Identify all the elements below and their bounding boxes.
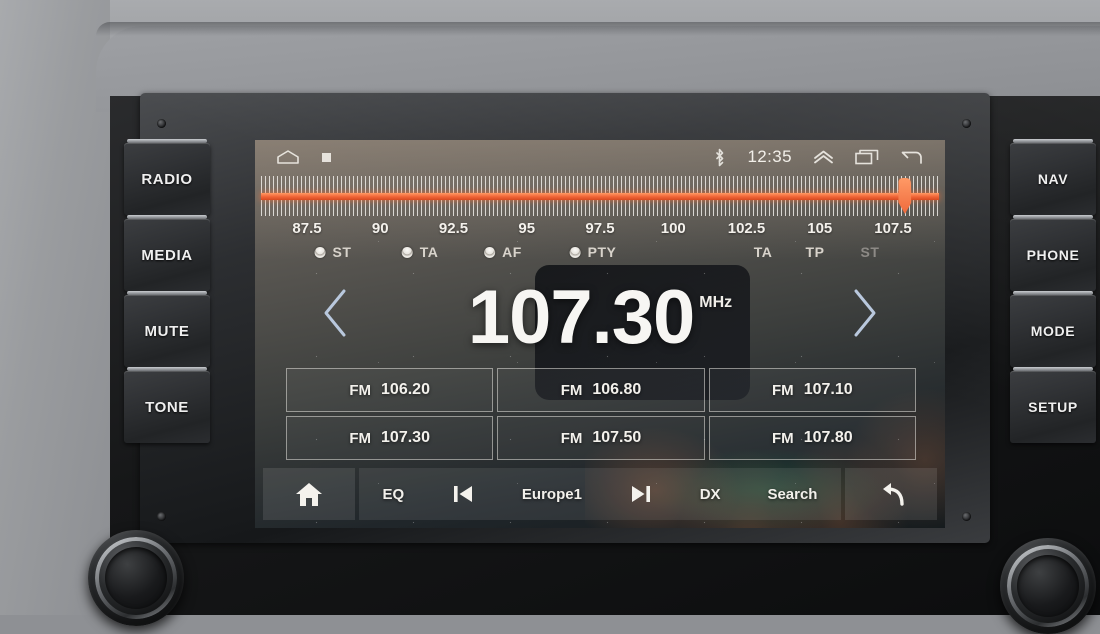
scale-label: 90 bbox=[371, 220, 389, 237]
preset-button-1[interactable]: FM 106.20 bbox=[286, 368, 494, 412]
dashboard-left-panel bbox=[0, 0, 110, 615]
recents-icon[interactable] bbox=[855, 149, 879, 165]
right-hard-button-mode[interactable]: MODE bbox=[1010, 291, 1096, 367]
preset-band: FM bbox=[772, 381, 794, 399]
dashboard-shadow bbox=[96, 22, 1100, 36]
preset-button-3[interactable]: FM 107.10 bbox=[708, 368, 916, 412]
scale-label: 105 bbox=[807, 220, 833, 237]
preset-frequency: 107.10 bbox=[803, 381, 853, 398]
rds-indicator-label: TA bbox=[419, 244, 439, 260]
rds-indicator-label: ST bbox=[332, 244, 352, 260]
tuning-scale-labels: 87.5 90 92.5 95 97.5 100 102.5 105 107.5 bbox=[255, 220, 945, 242]
rds-indicator-row: ST TA AF PTY TA TP ST bbox=[255, 244, 945, 266]
scale-label: 87.5 bbox=[292, 220, 322, 237]
scale-label: 97.5 bbox=[585, 220, 615, 237]
indicator-dot-icon bbox=[484, 246, 496, 258]
rds-indicator-label: PTY bbox=[587, 244, 617, 260]
search-button[interactable]: Search bbox=[761, 486, 823, 503]
square-icon[interactable] bbox=[321, 152, 332, 163]
status-bar-clock: 12:35 bbox=[747, 147, 792, 166]
bezel-screw bbox=[157, 512, 166, 521]
left-hard-button-mute[interactable]: MUTE bbox=[124, 291, 210, 367]
home-icon bbox=[296, 482, 322, 506]
rds-indicator-label: AF bbox=[502, 244, 522, 260]
right-button-column[interactable]: NAV PHONE MODE SETUP bbox=[1010, 139, 1096, 447]
return-button[interactable] bbox=[845, 468, 937, 520]
return-arrow-icon bbox=[883, 483, 904, 506]
bezel-screw bbox=[962, 119, 971, 128]
preset-frequency: 107.80 bbox=[803, 429, 853, 446]
eq-button[interactable]: EQ bbox=[376, 486, 410, 503]
home-outline-icon[interactable] bbox=[277, 150, 299, 164]
preset-grid[interactable]: FM 106.20 FM 106.80 FM 107.10 FM 107.30 FM 107.50… bbox=[286, 368, 916, 460]
skip-previous-icon bbox=[454, 486, 473, 502]
rds-indicator-pty[interactable]: PTY bbox=[569, 244, 617, 260]
status-bar: 12:35 bbox=[255, 140, 945, 174]
touchscreen-display[interactable]: 12:35 87.5 90 92.5 95 97.5 100 102.5 105… bbox=[255, 140, 945, 528]
station-name: Europe1 bbox=[521, 485, 582, 503]
preset-frequency: 106.80 bbox=[592, 381, 642, 398]
scale-label: 95 bbox=[518, 220, 536, 237]
scale-label: 102.5 bbox=[727, 220, 766, 237]
frequency-unit: MHz bbox=[699, 294, 733, 311]
bottom-toolbar[interactable]: EQ Europe1 DX Search bbox=[263, 468, 937, 520]
head-unit-photo: 12:35 87.5 90 92.5 95 97.5 100 102.5 105… bbox=[0, 0, 1100, 634]
previous-station-button[interactable] bbox=[445, 482, 481, 506]
current-frequency: 107.30 MHz bbox=[255, 268, 945, 368]
preset-button-2[interactable]: FM 106.80 bbox=[497, 368, 705, 412]
preset-band: FM bbox=[349, 381, 372, 399]
toolbar-center-group[interactable]: EQ Europe1 DX Search bbox=[359, 468, 841, 520]
rds-indicator-st[interactable]: ST bbox=[314, 244, 352, 260]
right-hard-button-nav[interactable]: NAV bbox=[1010, 139, 1096, 215]
tune-knob[interactable] bbox=[1000, 538, 1096, 634]
preset-band: FM bbox=[560, 429, 583, 447]
left-hard-button-radio[interactable]: RADIO bbox=[124, 139, 210, 215]
skip-next-icon bbox=[631, 486, 650, 502]
rds-indicator-af[interactable]: AF bbox=[484, 244, 522, 260]
preset-frequency: 106.20 bbox=[381, 381, 430, 398]
chevron-up-icon[interactable] bbox=[813, 150, 834, 164]
preset-button-6[interactable]: FM 107.80 bbox=[708, 416, 916, 460]
preset-band: FM bbox=[560, 381, 583, 399]
rds-status-st[interactable]: ST bbox=[861, 244, 880, 260]
frequency-area: 107.30 MHz bbox=[255, 268, 945, 368]
preset-frequency: 107.30 bbox=[381, 429, 430, 446]
tuning-scale[interactable] bbox=[255, 176, 945, 218]
back-icon[interactable] bbox=[900, 150, 922, 165]
preset-frequency: 107.50 bbox=[592, 429, 642, 446]
indicator-dot-icon bbox=[569, 246, 581, 258]
scale-label: 107.5 bbox=[874, 220, 912, 237]
preset-band: FM bbox=[349, 429, 372, 447]
right-hard-button-phone[interactable]: PHONE bbox=[1010, 215, 1096, 291]
dx-button[interactable]: DX bbox=[694, 486, 727, 503]
power-volume-knob[interactable] bbox=[88, 530, 184, 626]
bluetooth-icon bbox=[713, 148, 726, 167]
right-hard-button-setup[interactable]: SETUP bbox=[1010, 367, 1096, 443]
preset-button-5[interactable]: FM 107.50 bbox=[497, 416, 705, 460]
scale-label: 100 bbox=[660, 220, 686, 237]
preset-button-4[interactable]: FM 107.30 bbox=[286, 416, 494, 460]
indicator-dot-icon bbox=[401, 246, 413, 258]
left-button-column[interactable]: RADIO MEDIA MUTE TONE bbox=[124, 139, 210, 447]
scale-label: 92.5 bbox=[438, 220, 469, 237]
preset-band: FM bbox=[772, 429, 794, 447]
left-hard-button-media[interactable]: MEDIA bbox=[124, 215, 210, 291]
rds-indicator-ta[interactable]: TA bbox=[401, 244, 439, 260]
bezel-screw bbox=[157, 119, 166, 128]
frequency-value: 107.30 bbox=[467, 275, 695, 360]
home-button[interactable] bbox=[263, 468, 355, 520]
left-hard-button-tone[interactable]: TONE bbox=[124, 367, 210, 443]
indicator-dot-icon bbox=[314, 246, 326, 258]
rds-status-tp[interactable]: TP bbox=[806, 244, 825, 260]
tuning-scale-bar bbox=[261, 193, 939, 200]
bezel-screw bbox=[962, 512, 971, 521]
rds-status-ta[interactable]: TA bbox=[754, 244, 773, 260]
next-station-button[interactable] bbox=[623, 482, 659, 506]
